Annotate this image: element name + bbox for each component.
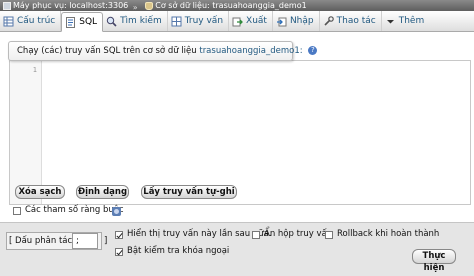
options-panel: [ Dấu phân tách ] Hiển thị truy vấn này … (0, 222, 474, 276)
query-icon (171, 16, 182, 26)
tab-import-label: Nhập (289, 16, 314, 26)
tab-export-label: Xuất (246, 16, 267, 26)
rollback-checkbox[interactable] (325, 231, 333, 239)
import-icon (276, 17, 287, 26)
database-icon (145, 1, 154, 10)
hide-query-box-label: Ẩn hộp truy vấn (264, 229, 333, 239)
foreign-key-check-checkbox[interactable] (115, 248, 123, 256)
rollback-label: Rollback khi hoàn thành (337, 229, 440, 239)
tab-more-label: Thêm (398, 16, 425, 26)
legend-prefix: Chạy (các) truy vấn SQL trên cơ sở dữ li… (17, 46, 197, 56)
bind-parameters-label: Các tham số ràng buộc (25, 205, 124, 215)
tab-structure[interactable]: Cấu trúc (0, 11, 62, 31)
foreign-key-check-label: Bật kiểm tra khóa ngoại (127, 246, 230, 256)
line-number: 1 (32, 66, 37, 74)
tab-structure-label: Cấu trúc (17, 16, 56, 26)
help-icon[interactable]: ? (308, 46, 318, 55)
sql-icon (66, 16, 76, 28)
chevron-down-icon (386, 19, 394, 23)
breadcrumb-server[interactable]: Máy phục vụ: localhost:3306 (13, 0, 128, 11)
go-button[interactable]: Thực hiện (412, 249, 456, 273)
tab-query[interactable]: Truy vấn (168, 11, 230, 31)
tab-operations[interactable]: Thao tác (320, 11, 382, 31)
server-icon (3, 1, 11, 10)
operations-icon (324, 15, 334, 26)
breadcrumb: Máy phục vụ: localhost:3306 » Cơ sở dữ l… (0, 0, 474, 11)
editor-gutter: 1 (10, 61, 42, 204)
tab-search-label: Tìm kiếm (120, 16, 162, 26)
sql-editor[interactable]: 1 (9, 60, 471, 205)
delimiter-input[interactable] (72, 233, 98, 249)
tab-bar: Cấu trúc SQL Tìm kiếm Truy vấn Xuất Nhập… (0, 11, 474, 32)
delimiter-close: ] (104, 236, 108, 246)
tab-search[interactable]: Tìm kiếm (103, 11, 168, 31)
delimiter-label: [ Dấu phân tách (9, 236, 78, 246)
search-icon (106, 16, 117, 27)
structure-icon (3, 16, 14, 26)
tab-export[interactable]: Xuất (229, 11, 273, 31)
hide-query-box-checkbox[interactable] (252, 231, 260, 239)
clear-button[interactable]: Xóa sạch (15, 185, 65, 199)
tab-more[interactable]: Thêm (382, 11, 430, 31)
tab-query-label: Truy vấn (184, 16, 224, 26)
query-legend: Chạy (các) truy vấn SQL trên cơ sở dữ li… (8, 41, 318, 61)
get-auto-saved-query-button[interactable]: Lấy truy vấn tự-ghi (141, 185, 237, 199)
export-icon (232, 17, 243, 26)
breadcrumb-database[interactable]: Cơ sở dữ liệu: trasuahoanggia_demo1 (155, 0, 306, 11)
legend-database-name: trasuahoanggia_demo1: (199, 46, 303, 56)
bind-parameters-checkbox[interactable] (13, 207, 21, 215)
show-query-checkbox[interactable] (115, 231, 123, 239)
tab-sql-label: SQL (79, 17, 98, 27)
documentation-icon[interactable] (112, 207, 121, 216)
tab-import[interactable]: Nhập (273, 11, 320, 31)
sql-query-panel: 1 Chạy (các) truy vấn SQL trên cơ sở dữ … (0, 32, 474, 276)
format-button[interactable]: Định dạng (76, 185, 129, 199)
show-query-label: Hiển thị truy vấn này lần sau nữa. (127, 229, 272, 239)
breadcrumb-separator: » (132, 2, 138, 12)
tab-sql[interactable]: SQL (61, 12, 104, 32)
tab-operations-label: Thao tác (336, 16, 376, 26)
